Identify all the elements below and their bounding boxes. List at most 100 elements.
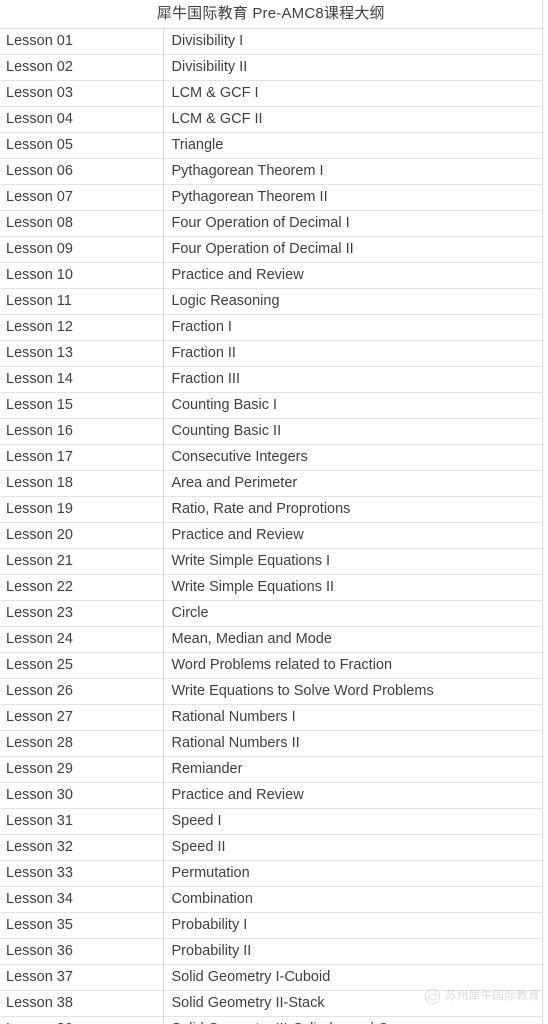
table-row: Lesson 10 Practice and Review — [0, 262, 543, 289]
table-title-row: 犀牛国际教育 Pre-AMC8课程大纲 — [0, 0, 543, 29]
table-row: Lesson 32 Speed II — [0, 834, 543, 861]
topic-cell: Area and Perimeter — [163, 470, 543, 497]
lesson-cell: Lesson 33 — [0, 860, 164, 887]
topic-cell: Word Problems related to Fraction — [163, 652, 543, 679]
lesson-cell: Lesson 08 — [0, 210, 164, 237]
syllabus-table: 犀牛国际教育 Pre-AMC8课程大纲 Lesson 01 Divisibilit… — [0, 0, 543, 1024]
lesson-cell: Lesson 36 — [0, 938, 164, 965]
topic-cell: Counting Basic I — [163, 392, 543, 419]
lesson-cell: Lesson 26 — [0, 678, 164, 705]
table-row: Lesson 01 Divisibility I — [0, 28, 543, 55]
lesson-cell: Lesson 15 — [0, 392, 164, 419]
table-row: Lesson 23 Circle — [0, 600, 543, 627]
topic-cell: Fraction I — [163, 314, 543, 341]
table-row: Lesson 21 Write Simple Equations I — [0, 548, 543, 575]
syllabus-sheet: 犀牛国际教育 Pre-AMC8课程大纲 Lesson 01 Divisibilit… — [0, 0, 548, 1024]
table-row: Lesson 19 Ratio, Rate and Proprotions — [0, 496, 543, 523]
topic-cell: Logic Reasoning — [163, 288, 543, 315]
topic-cell: Solid Geometry II-Stack — [163, 990, 543, 1017]
table-row: Lesson 31 Speed I — [0, 808, 543, 835]
lesson-cell: Lesson 21 — [0, 548, 164, 575]
topic-cell: Fraction III — [163, 366, 543, 393]
topic-cell: Probability I — [163, 912, 543, 939]
lesson-cell: Lesson 02 — [0, 54, 164, 81]
table-row: Lesson 11 Logic Reasoning — [0, 288, 543, 315]
table-row: Lesson 02 Divisibility II — [0, 54, 543, 81]
lesson-cell: Lesson 31 — [0, 808, 164, 835]
lesson-cell: Lesson 04 — [0, 106, 164, 133]
table-row: Lesson 09 Four Operation of Decimal II — [0, 236, 543, 263]
topic-cell: Solid Geometry I-Cuboid — [163, 964, 543, 991]
table-row: Lesson 20 Practice and Review — [0, 522, 543, 549]
topic-cell: Divisibility II — [163, 54, 543, 81]
lesson-cell: Lesson 01 — [0, 28, 164, 55]
table-row: Lesson 05 Triangle — [0, 132, 543, 159]
topic-cell: Remiander — [163, 756, 543, 783]
table-row: Lesson 28 Rational Numbers II — [0, 730, 543, 757]
topic-cell: Permutation — [163, 860, 543, 887]
table-row: Lesson 29 Remiander — [0, 756, 543, 783]
table-row: Lesson 03 LCM & GCF I — [0, 80, 543, 107]
topic-cell: Pythagorean Theorem I — [163, 158, 543, 185]
lesson-cell: Lesson 39 — [0, 1016, 164, 1024]
lesson-cell: Lesson 34 — [0, 886, 164, 913]
table-row: Lesson 08 Four Operation of Decimal I — [0, 210, 543, 237]
topic-cell: Combination — [163, 886, 543, 913]
table-row: Lesson 15 Counting Basic I — [0, 392, 543, 419]
table-row: Lesson 26 Write Equations to Solve Word P… — [0, 678, 543, 705]
table-row: Lesson 17 Consecutive Integers — [0, 444, 543, 471]
topic-cell: Consecutive Integers — [163, 444, 543, 471]
lesson-cell: Lesson 23 — [0, 600, 164, 627]
lesson-cell: Lesson 19 — [0, 496, 164, 523]
topic-cell: Practice and Review — [163, 782, 543, 809]
topic-cell: Probability II — [163, 938, 543, 965]
lesson-cell: Lesson 05 — [0, 132, 164, 159]
table-row: Lesson 13 Fraction II — [0, 340, 543, 367]
lesson-cell: Lesson 17 — [0, 444, 164, 471]
topic-cell: Four Operation of Decimal I — [163, 210, 543, 237]
lesson-cell: Lesson 07 — [0, 184, 164, 211]
topic-cell: Rational Numbers I — [163, 704, 543, 731]
topic-cell: LCM & GCF I — [163, 80, 543, 107]
lesson-cell: Lesson 13 — [0, 340, 164, 367]
lesson-cell: Lesson 27 — [0, 704, 164, 731]
topic-cell: Speed II — [163, 834, 543, 861]
lesson-cell: Lesson 20 — [0, 522, 164, 549]
table-row: Lesson 27 Rational Numbers I — [0, 704, 543, 731]
topic-cell: Practice and Review — [163, 522, 543, 549]
topic-cell: Circle — [163, 600, 543, 627]
table-row: Lesson 38 Solid Geometry II-Stack — [0, 990, 543, 1017]
table-row: Lesson 35 Probability I — [0, 912, 543, 939]
table-row: Lesson 25 Word Problems related to Fracti… — [0, 652, 543, 679]
topic-cell: Divisibility I — [163, 28, 543, 55]
topic-cell: Fraction II — [163, 340, 543, 367]
lesson-cell: Lesson 30 — [0, 782, 164, 809]
table-row: Lesson 07 Pythagorean Theorem II — [0, 184, 543, 211]
lesson-cell: Lesson 28 — [0, 730, 164, 757]
table-row: Lesson 36 Probability II — [0, 938, 543, 965]
topic-cell: Write Simple Equations II — [163, 574, 543, 601]
lesson-cell: Lesson 11 — [0, 288, 164, 315]
table-row: Lesson 33 Permutation — [0, 860, 543, 887]
topic-cell: Speed I — [163, 808, 543, 835]
table-row: Lesson 37 Solid Geometry I-Cuboid — [0, 964, 543, 991]
lesson-cell: Lesson 09 — [0, 236, 164, 263]
lesson-cell: Lesson 10 — [0, 262, 164, 289]
table-row: Lesson 30 Practice and Review — [0, 782, 543, 809]
lesson-cell: Lesson 12 — [0, 314, 164, 341]
topic-cell: Rational Numbers II — [163, 730, 543, 757]
topic-cell: Ratio, Rate and Proprotions — [163, 496, 543, 523]
topic-cell: Write Equations to Solve Word Problems — [163, 678, 543, 705]
lesson-cell: Lesson 37 — [0, 964, 164, 991]
lesson-cell: Lesson 35 — [0, 912, 164, 939]
topic-cell: Mean, Median and Mode — [163, 626, 543, 653]
topic-cell: Triangle — [163, 132, 543, 159]
lesson-cell: Lesson 06 — [0, 158, 164, 185]
table-row: Lesson 24 Mean, Median and Mode — [0, 626, 543, 653]
table-row: Lesson 14 Fraction III — [0, 366, 543, 393]
table-row: Lesson 18 Area and Perimeter — [0, 470, 543, 497]
lesson-cell: Lesson 14 — [0, 366, 164, 393]
lesson-cell: Lesson 16 — [0, 418, 164, 445]
table-row: Lesson 16 Counting Basic II — [0, 418, 543, 445]
topic-cell: Solid Geometry III-Cylinder and Cone — [163, 1016, 543, 1024]
